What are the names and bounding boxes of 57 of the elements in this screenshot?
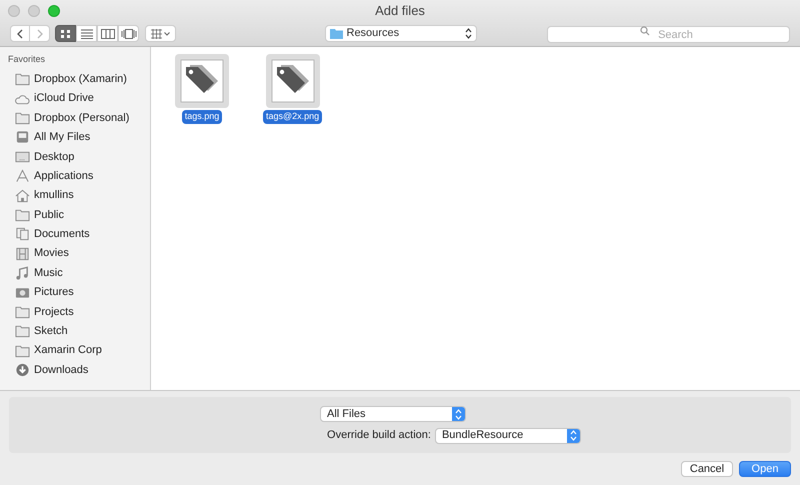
stepper-icon bbox=[465, 28, 472, 39]
desktop-icon bbox=[15, 150, 30, 164]
file-type-popup[interactable]: All Files bbox=[320, 406, 466, 422]
file-item[interactable]: tags.png bbox=[175, 54, 229, 124]
file-cabinet-icon bbox=[15, 130, 30, 144]
sidebar-item[interactable]: Downloads bbox=[8, 360, 150, 380]
cover-flow-icon bbox=[120, 28, 136, 38]
cancel-button[interactable]: Cancel bbox=[681, 461, 733, 477]
folder-icon bbox=[15, 304, 30, 319]
sidebar-item[interactable]: Dropbox (Xamarin) bbox=[8, 70, 150, 89]
stepper-icon bbox=[455, 408, 462, 420]
folder-icon bbox=[15, 344, 30, 358]
film-icon bbox=[15, 246, 30, 261]
search-field[interactable]: Search bbox=[547, 26, 790, 43]
music-note-icon bbox=[15, 266, 30, 280]
build-action-label: Override build action: bbox=[327, 428, 431, 444]
sidebar-item[interactable]: iCloud Drive bbox=[8, 88, 150, 108]
sidebar-item[interactable]: Desktop bbox=[8, 147, 150, 166]
arrange-button[interactable] bbox=[145, 25, 176, 42]
grid-view-icon bbox=[60, 28, 72, 38]
chevron-down-icon bbox=[164, 32, 170, 36]
sidebar-item[interactable]: Documents bbox=[8, 224, 150, 244]
build-action-popup[interactable]: BundleResource bbox=[434, 428, 581, 444]
folder-icon bbox=[330, 28, 342, 38]
sidebar-item[interactable]: Public bbox=[8, 205, 150, 225]
stepper-icon bbox=[570, 430, 577, 441]
sidebar-item[interactable]: Applications bbox=[8, 166, 150, 186]
sidebar-item[interactable]: Pictures bbox=[8, 282, 150, 302]
search-icon bbox=[640, 26, 650, 36]
folder-icon bbox=[15, 72, 30, 86]
back-button[interactable] bbox=[10, 25, 30, 42]
view-mode-button[interactable] bbox=[55, 25, 76, 42]
column-view-icon bbox=[100, 28, 114, 38]
grid-icon bbox=[150, 28, 162, 38]
sidebar-item[interactable]: Dropbox (Personal) bbox=[8, 108, 150, 128]
zoom-button[interactable] bbox=[48, 4, 60, 16]
sidebar-item[interactable]: kmullins bbox=[8, 186, 150, 206]
house-icon bbox=[15, 188, 30, 203]
sidebar-section-title: Favorites bbox=[8, 53, 46, 66]
folder-icon bbox=[15, 110, 30, 125]
download-icon bbox=[15, 363, 30, 378]
folder-icon bbox=[15, 208, 30, 222]
sidebar-item[interactable]: Movies bbox=[8, 244, 150, 264]
chevron-left-icon bbox=[17, 28, 23, 38]
window-title: Add files bbox=[375, 2, 425, 20]
sidebar-item[interactable]: Sketch bbox=[8, 322, 150, 341]
file-item[interactable]: tags@2x.png bbox=[263, 54, 322, 124]
chevron-right-icon bbox=[36, 28, 42, 38]
sidebar-item[interactable]: Music bbox=[8, 263, 150, 283]
sidebar-item[interactable]: All My Files bbox=[8, 128, 150, 148]
sidebar-item[interactable]: Projects bbox=[8, 302, 150, 322]
sidebar-item[interactable]: Xamarin Corp bbox=[8, 340, 150, 360]
folder-icon bbox=[15, 324, 30, 338]
compass-icon bbox=[15, 169, 30, 184]
list-view-icon bbox=[80, 28, 92, 38]
documents-icon bbox=[15, 227, 30, 242]
location-popup[interactable]: Resources bbox=[324, 25, 477, 42]
